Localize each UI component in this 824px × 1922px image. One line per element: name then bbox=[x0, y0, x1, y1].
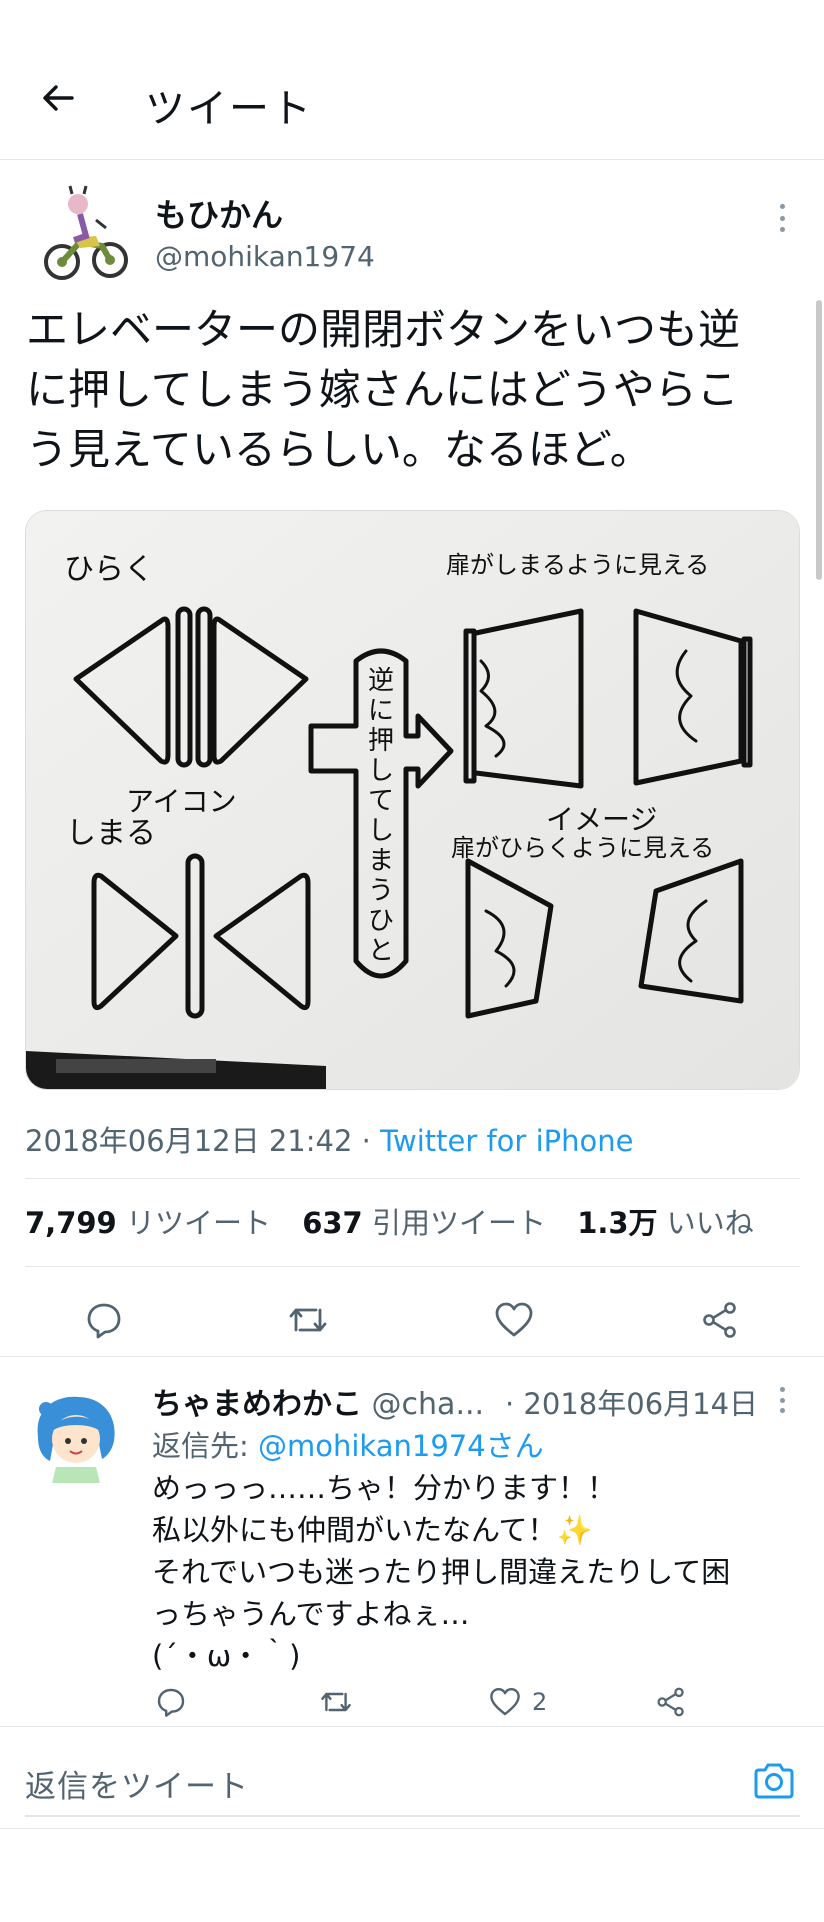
like-icon bbox=[495, 1302, 533, 1337]
tweet-stats: 7,799 リツイート 637 引用ツイート 1.3万 いいね bbox=[25, 1200, 776, 1242]
reply-compose-bar: 返信をツイート bbox=[0, 1726, 824, 1826]
reply-text: めっっっ……ちゃ！分かります！！ 私以外にも仲間がいたなんて！✨ それでいつも迷… bbox=[152, 1467, 792, 1677]
retweets-label: リツイート bbox=[125, 1206, 271, 1240]
tweet-meta: 2018年06月12日 21:42 · Twitter for iPhone bbox=[25, 1118, 633, 1160]
motorcycle-rider-avatar-icon bbox=[44, 185, 128, 280]
camera-icon bbox=[754, 1763, 794, 1799]
avatar[interactable] bbox=[40, 180, 136, 290]
more-icon-dot bbox=[779, 1387, 785, 1392]
quotes-stat[interactable]: 637 引用ツイート bbox=[302, 1206, 546, 1240]
reply-tweet[interactable]: ちゃまめわかこ @cha... · 2018年06月14日 返信先: @mohi… bbox=[0, 1356, 824, 1726]
retweets-stat[interactable]: 7,799 リツイート bbox=[25, 1206, 271, 1240]
reply-header: ちゃまめわかこ @cha... bbox=[152, 1379, 484, 1423]
reply-text-line: 私以外にも仲間がいたなんて！✨ bbox=[152, 1513, 593, 1547]
reply-to-mention[interactable]: @mohikan1974さん bbox=[258, 1429, 544, 1463]
image-vertical-char: と bbox=[368, 936, 394, 966]
image-label-open: ひらく bbox=[64, 552, 154, 587]
reply-to-label: 返信先: bbox=[152, 1429, 258, 1463]
back-button[interactable] bbox=[30, 70, 86, 126]
reply-more-options-button[interactable] bbox=[770, 1385, 794, 1415]
quotes-count: 637 bbox=[302, 1206, 363, 1240]
page-title: ツイート bbox=[145, 86, 313, 132]
likes-label: いいね bbox=[666, 1206, 754, 1240]
likes-count: 1.3万 bbox=[577, 1206, 658, 1240]
divider bbox=[25, 1178, 800, 1179]
tweet-text: エレベーターの開閉ボタンをいつも逆 に押してしまう嫁さんにはどうやらこ う見えて… bbox=[26, 300, 806, 480]
more-icon-dot bbox=[779, 227, 785, 232]
more-icon-dot bbox=[779, 204, 785, 209]
reply-like-count: 2 bbox=[532, 1688, 548, 1716]
image-caption-door-open: 扉がひらくように見える bbox=[451, 834, 714, 862]
divider bbox=[25, 1266, 800, 1267]
retweet-icon bbox=[321, 1692, 351, 1712]
back-arrow-icon bbox=[43, 85, 74, 111]
reply-text-line: (´・ω・｀) bbox=[152, 1639, 301, 1673]
retweets-count: 7,799 bbox=[25, 1206, 117, 1240]
divider bbox=[0, 1828, 824, 1829]
image-vertical-char: 逆 bbox=[368, 666, 394, 696]
image-vertical-char: ひ bbox=[368, 906, 394, 936]
image-vertical-char: ま bbox=[368, 846, 394, 876]
retweet-button[interactable] bbox=[278, 1290, 338, 1350]
tweet-text-line: エレベーターの開閉ボタンをいつも逆 bbox=[26, 305, 741, 354]
reply-date[interactable]: · 2018年06月14日 bbox=[505, 1381, 758, 1423]
image-vertical-char: し bbox=[368, 756, 394, 786]
image-vertical-char: し bbox=[368, 816, 394, 846]
tweet-source[interactable]: Twitter for iPhone bbox=[380, 1124, 633, 1158]
like-button[interactable] bbox=[484, 1290, 544, 1350]
likes-stat[interactable]: 1.3万 いいね bbox=[577, 1206, 754, 1240]
tweet-image[interactable]: ひらく しまる アイコン 扉がしまるように見える イメージ 扉がひらくように見え… bbox=[25, 510, 800, 1090]
reply-text-line: っちゃうんですよねぇ… bbox=[152, 1597, 470, 1631]
image-label-icon: アイコン bbox=[126, 785, 237, 818]
reply-to-line: 返信先: @mohikan1974さん bbox=[152, 1423, 544, 1465]
reply-text-line: それでいつも迷ったり押し間違えたりして困 bbox=[152, 1555, 731, 1589]
tweet-text-line: に押してしまう嫁さんにはどうやらこ bbox=[26, 365, 739, 414]
like-icon bbox=[490, 1688, 520, 1716]
image-vertical-char: に bbox=[368, 696, 394, 726]
image-vertical-char: 押 bbox=[368, 726, 394, 756]
retweet-icon bbox=[289, 1308, 327, 1332]
reply-like-button[interactable]: 2 bbox=[488, 1677, 547, 1726]
more-options-button[interactable] bbox=[770, 198, 794, 238]
author-name[interactable]: もひかん bbox=[155, 190, 283, 236]
reply-share-button[interactable] bbox=[655, 1677, 687, 1726]
reply-reply-button[interactable] bbox=[155, 1677, 187, 1726]
reply-actions: 2 bbox=[0, 1677, 824, 1726]
reply-retweet-button[interactable] bbox=[318, 1677, 354, 1726]
reply-text-line: めっっっ……ちゃ！分かります！！ bbox=[152, 1471, 617, 1505]
compose-underline bbox=[25, 1815, 800, 1817]
camera-button[interactable] bbox=[748, 1755, 800, 1807]
reply-author-handle[interactable]: @cha... bbox=[372, 1387, 485, 1422]
more-icon-dot bbox=[779, 1408, 785, 1413]
image-vertical-char: て bbox=[368, 786, 394, 816]
reply-compose-input[interactable]: 返信をツイート bbox=[25, 1761, 249, 1806]
reply-button[interactable] bbox=[74, 1290, 134, 1350]
reply-icon bbox=[157, 1688, 185, 1717]
scrollbar[interactable] bbox=[816, 300, 822, 580]
tweet-actions bbox=[0, 1290, 824, 1350]
quotes-label: 引用ツイート bbox=[371, 1206, 546, 1240]
share-icon bbox=[657, 1687, 684, 1717]
elevator-button-sketch: ひらく しまる アイコン 扉がしまるように見える イメージ 扉がひらくように見え… bbox=[26, 511, 799, 1089]
share-icon bbox=[703, 1302, 736, 1338]
top-bar: ツイート bbox=[0, 0, 824, 160]
reply-icon bbox=[87, 1303, 121, 1339]
image-vertical-char: う bbox=[368, 876, 394, 906]
meta-separator: · bbox=[352, 1124, 381, 1158]
tweet-timestamp[interactable]: 2018年06月12日 21:42 bbox=[25, 1124, 352, 1158]
image-label-image: イメージ bbox=[546, 803, 657, 836]
author-handle[interactable]: @mohikan1974 bbox=[155, 240, 375, 273]
image-caption-door-close: 扉がしまるように見える bbox=[446, 551, 709, 579]
reply-author-name[interactable]: ちゃまめわかこ bbox=[152, 1387, 362, 1422]
reply-avatar[interactable] bbox=[28, 1387, 124, 1483]
more-icon-dot bbox=[779, 1397, 785, 1403]
image-label-close: しまる bbox=[66, 816, 156, 851]
tweet-text-line: う見えているらしい。なるほど。 bbox=[26, 425, 652, 474]
more-icon-dot bbox=[779, 215, 785, 221]
share-button[interactable] bbox=[690, 1290, 750, 1350]
girl-avatar-icon bbox=[37, 1396, 115, 1483]
